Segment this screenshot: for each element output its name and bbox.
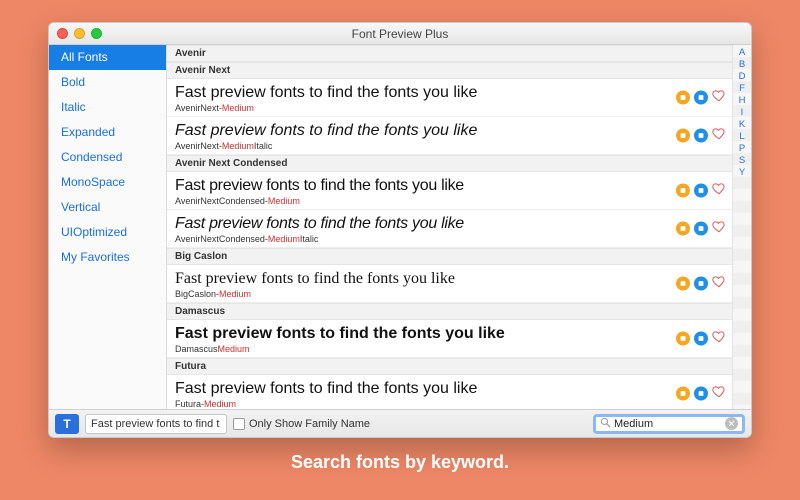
font-row[interactable]: Fast preview fonts to find the fonts you… [167,210,732,248]
preview-text-input[interactable]: Fast preview fonts to find t [85,414,227,434]
sidebar-item-bold[interactable]: Bold [49,70,166,95]
action-orange-icon[interactable] [676,129,690,143]
font-sample: Fast preview fonts to find the fonts you… [175,214,724,233]
index-bar[interactable]: ABDFHIKLPSY [733,45,751,409]
action-orange-icon[interactable] [676,277,690,291]
window-title: Font Preview Plus [49,27,751,41]
font-postscript-name: AvenirNextCondensed-MediumItalic [175,234,724,244]
font-row[interactable]: Fast preview fonts to find the fonts you… [167,79,732,117]
sidebar: All FontsBoldItalicExpandedCondensedMono… [49,45,167,409]
clear-search-icon[interactable] [725,417,738,430]
index-letter[interactable]: K [733,119,751,131]
font-sample: Fast preview fonts to find the fonts you… [175,121,724,140]
marketing-caption: Search fonts by keyword. [0,452,800,473]
action-orange-icon[interactable] [676,387,690,401]
checkbox-icon[interactable] [233,418,245,430]
font-postscript-name: DamascusMedium [175,344,724,354]
action-orange-icon[interactable] [676,222,690,236]
group-header: Big Caslon [167,248,732,265]
font-row[interactable]: Fast preview fonts to find the fonts you… [167,375,732,409]
index-letter[interactable]: A [733,47,751,59]
font-sample: Fast preview fonts to find the fonts you… [175,379,724,398]
action-blue-icon[interactable] [694,277,708,291]
sidebar-item-italic[interactable]: Italic [49,95,166,120]
row-actions [676,88,726,107]
text-tool-button[interactable]: T [55,414,79,434]
sidebar-item-condensed[interactable]: Condensed [49,145,166,170]
index-letter[interactable]: D [733,71,751,83]
index-letter[interactable]: F [733,83,751,95]
font-list[interactable]: AvenirAvenir Next Fast preview fonts to f… [167,45,733,409]
font-postscript-name: AvenirNext-MediumItalic [175,141,724,151]
sidebar-item-monospace[interactable]: MonoSpace [49,170,166,195]
titlebar: Font Preview Plus [49,23,751,45]
action-blue-icon[interactable] [694,332,708,346]
row-actions [676,384,726,403]
only-family-checkbox[interactable]: Only Show Family Name [233,418,370,430]
font-sample: Fast preview fonts to find the fonts you… [175,324,724,343]
row-actions [676,181,726,200]
sidebar-item-vertical[interactable]: Vertical [49,195,166,220]
index-letter[interactable]: L [733,131,751,143]
row-actions [676,219,726,238]
group-header: Avenir Next Condensed [167,155,732,172]
action-blue-icon[interactable] [694,222,708,236]
action-blue-icon[interactable] [694,184,708,198]
group-header: Futura [167,358,732,375]
font-row[interactable]: Fast preview fonts to find the fonts you… [167,172,732,210]
index-letter[interactable]: P [733,143,751,155]
index-letter[interactable]: S [733,155,751,167]
favorite-heart-icon[interactable] [712,329,726,348]
favorite-heart-icon[interactable] [712,384,726,403]
font-row[interactable]: Fast preview fonts to find the fonts you… [167,117,732,155]
font-sample: Fast preview fonts to find the fonts you… [175,83,724,102]
row-actions [676,274,726,293]
only-family-label: Only Show Family Name [249,418,370,430]
action-orange-icon[interactable] [676,91,690,105]
group-header: Avenir [167,45,732,62]
sidebar-item-uioptimized[interactable]: UIOptimized [49,220,166,245]
favorite-heart-icon[interactable] [712,88,726,107]
font-postscript-name: BigCaslon-Medium [175,289,724,299]
group-header: Avenir Next [167,62,732,79]
sidebar-item-my-favorites[interactable]: My Favorites [49,245,166,270]
action-blue-icon[interactable] [694,91,708,105]
row-actions [676,126,726,145]
font-postscript-name: Futura-Medium [175,399,724,409]
font-row[interactable]: Fast preview fonts to find the fonts you… [167,320,732,358]
index-letter[interactable]: H [733,95,751,107]
app-window: Font Preview Plus All FontsBoldItalicExp… [48,22,752,438]
sidebar-item-all-fonts[interactable]: All Fonts [49,45,166,70]
favorite-heart-icon[interactable] [712,126,726,145]
search-icon [600,417,611,431]
font-postscript-name: AvenirNext-Medium [175,103,724,113]
search-value: Medium [614,418,722,430]
search-field[interactable]: Medium [593,414,745,434]
action-blue-icon[interactable] [694,387,708,401]
font-postscript-name: AvenirNextCondensed-Medium [175,196,724,206]
font-row[interactable]: Fast preview fonts to find the fonts you… [167,265,732,303]
font-sample: Fast preview fonts to find the fonts you… [175,176,724,195]
favorite-heart-icon[interactable] [712,274,726,293]
row-actions [676,329,726,348]
font-sample: Fast preview fonts to find the fonts you… [175,269,724,288]
action-orange-icon[interactable] [676,184,690,198]
action-orange-icon[interactable] [676,332,690,346]
bottom-toolbar: T Fast preview fonts to find t Only Show… [49,409,751,437]
index-letter[interactable]: Y [733,167,751,179]
index-letter[interactable]: I [733,107,751,119]
sidebar-item-expanded[interactable]: Expanded [49,120,166,145]
action-blue-icon[interactable] [694,129,708,143]
favorite-heart-icon[interactable] [712,219,726,238]
group-header: Damascus [167,303,732,320]
favorite-heart-icon[interactable] [712,181,726,200]
index-letter[interactable]: B [733,59,751,71]
